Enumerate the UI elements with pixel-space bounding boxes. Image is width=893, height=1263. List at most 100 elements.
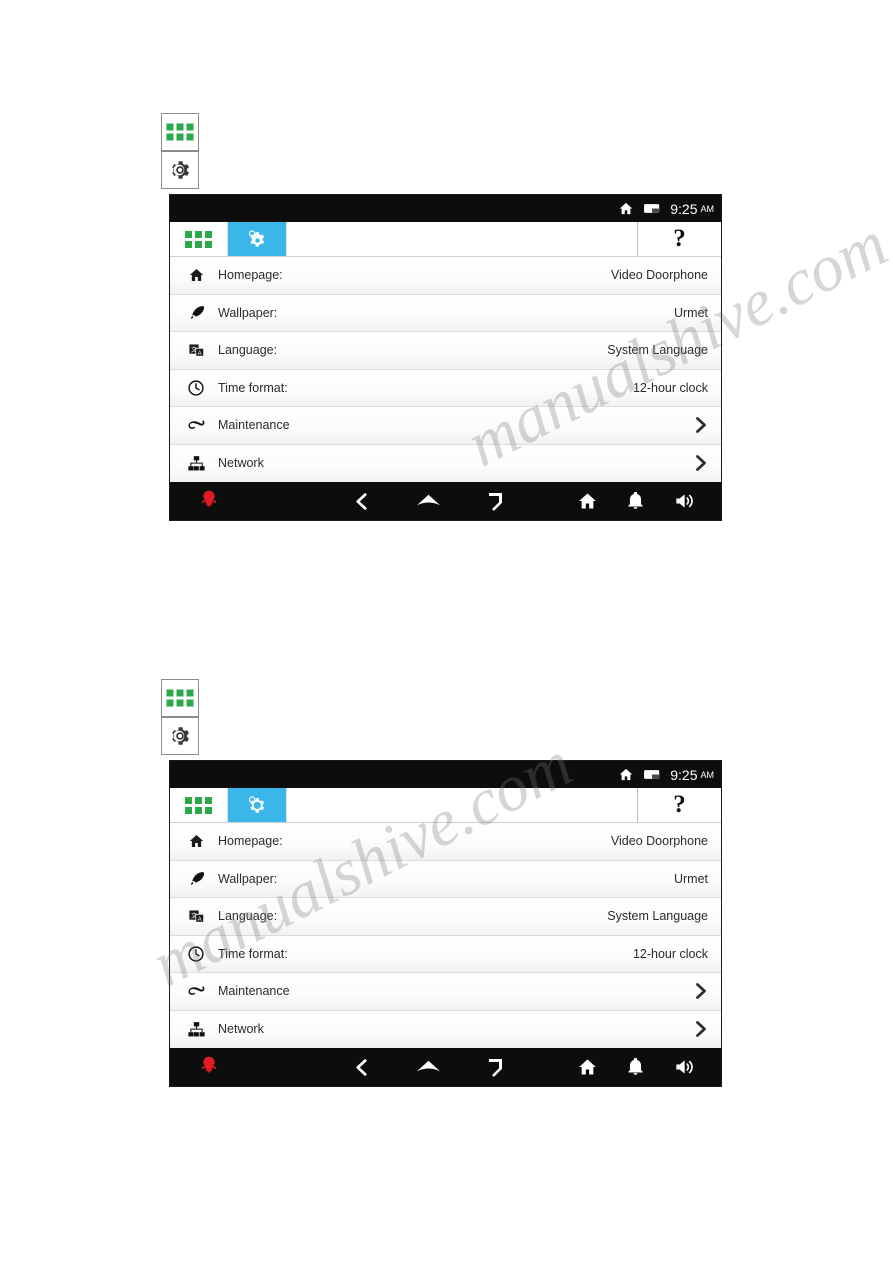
apps-grid-icon [166, 689, 194, 707]
list-item-maintenance[interactable]: Maintenance [170, 407, 721, 445]
list-item-label: Maintenance [218, 418, 290, 433]
tab-apps[interactable] [170, 788, 228, 822]
settings-gear-icon-box [161, 151, 199, 189]
list-item-label: Time format: [218, 946, 288, 961]
chevron-right-icon [694, 454, 708, 472]
bottom-nav-bar [170, 482, 721, 520]
list-item-value: System Language [607, 343, 708, 358]
home-icon [184, 267, 208, 283]
help-button[interactable]: ? [637, 222, 721, 256]
list-item-wallpaper[interactable]: Wallpaper: Urmet [170, 294, 721, 332]
house-icon[interactable] [577, 491, 598, 511]
gear-icon [248, 796, 265, 813]
home-icon [620, 202, 633, 215]
list-item-value: Urmet [673, 305, 708, 320]
maintenance-icon [184, 418, 208, 433]
settings-list: Homepage: Video Doorphone Wallpaper: Urm… [170, 257, 721, 482]
list-item-value: Video Doorphone [610, 834, 708, 849]
home-icon [620, 768, 633, 781]
list-item-label: Language: [218, 343, 278, 358]
list-item-language[interactable]: 文 A Language: System Language [170, 898, 721, 936]
sdcard-icon [644, 770, 660, 779]
urmet-logo-icon [170, 488, 298, 514]
tab-apps[interactable] [170, 222, 228, 256]
list-item-label: Time format: [218, 380, 288, 395]
list-item-label: Network [218, 1022, 264, 1037]
nav-middle-group [298, 1058, 563, 1077]
list-item-label: Wallpaper: [218, 871, 278, 886]
tab-bar-filler [286, 222, 637, 256]
gear-icon [248, 230, 265, 247]
tab-settings[interactable] [228, 788, 286, 822]
apps-grid-icon [166, 123, 194, 141]
sdcard-icon [644, 204, 660, 213]
urmet-logo-icon [170, 1054, 298, 1080]
device-screenshot-settings-2: 9:25 AM ? Homepage: Video Doorphone Wall… [169, 760, 722, 1087]
home-nav-icon[interactable] [415, 492, 442, 510]
list-item-homepage[interactable]: Homepage: Video Doorphone [170, 257, 721, 295]
network-icon [184, 455, 208, 472]
recents-icon[interactable] [488, 492, 508, 511]
list-item-value: Video Doorphone [610, 268, 708, 283]
svg-text:A: A [197, 917, 201, 923]
status-bar-icons [618, 201, 661, 216]
wallpaper-icon [184, 304, 208, 321]
status-bar-ampm: AM [700, 769, 715, 780]
list-item-value: Urmet [673, 871, 708, 886]
apps-grid-icon [185, 230, 212, 248]
nav-middle-group [298, 492, 563, 511]
settings-gear-icon-box [161, 717, 199, 755]
bottom-nav-bar [170, 1048, 721, 1086]
device-screenshot-settings-1: 9:25 AM ? Homepage: Video Doorphone Wall… [169, 194, 722, 521]
network-icon [184, 1021, 208, 1038]
status-bar-time: 9:25 [670, 766, 698, 783]
volume-icon[interactable] [674, 1057, 697, 1077]
language-icon: 文 A [184, 342, 208, 359]
nav-right-group [563, 1057, 721, 1077]
back-icon[interactable] [353, 1058, 370, 1077]
list-item-value: 12-hour clock [632, 946, 708, 961]
bell-icon[interactable] [626, 491, 645, 511]
status-bar-time: 9:25 [670, 200, 698, 217]
clock-icon [184, 379, 208, 397]
recents-icon[interactable] [488, 1058, 508, 1077]
language-icon: 文 A [184, 908, 208, 925]
list-item-network[interactable]: Network [170, 444, 721, 482]
tab-settings[interactable] [228, 222, 286, 256]
list-item-time-format[interactable]: Time format: 12-hour clock [170, 935, 721, 973]
apps-grid-icon-box [161, 113, 199, 151]
list-item-label: Language: [218, 909, 278, 924]
status-bar-icons [618, 767, 661, 782]
list-item-maintenance[interactable]: Maintenance [170, 973, 721, 1011]
chevron-right-icon [694, 1020, 708, 1038]
help-button[interactable]: ? [637, 788, 721, 822]
list-item-label: Homepage: [218, 834, 283, 849]
volume-icon[interactable] [674, 491, 697, 511]
list-item-value: System Language [607, 909, 708, 924]
list-item-label: Maintenance [218, 984, 290, 999]
list-item-homepage[interactable]: Homepage: Video Doorphone [170, 823, 721, 861]
tab-bar-filler [286, 788, 637, 822]
svg-text:A: A [197, 351, 201, 357]
gear-icon [172, 727, 190, 745]
wallpaper-icon [184, 870, 208, 887]
list-item-label: Homepage: [218, 268, 283, 283]
list-item-time-format[interactable]: Time format: 12-hour clock [170, 369, 721, 407]
maintenance-icon [184, 984, 208, 999]
tab-bar: ? [170, 788, 721, 823]
list-item-network[interactable]: Network [170, 1010, 721, 1048]
home-nav-icon[interactable] [415, 1058, 442, 1076]
status-bar: 9:25 AM [170, 761, 721, 788]
house-icon[interactable] [577, 1057, 598, 1077]
apps-grid-icon [185, 796, 212, 814]
tab-bar: ? [170, 222, 721, 257]
back-icon[interactable] [353, 492, 370, 511]
list-item-wallpaper[interactable]: Wallpaper: Urmet [170, 860, 721, 898]
nav-right-group [563, 491, 721, 511]
settings-list: Homepage: Video Doorphone Wallpaper: Urm… [170, 823, 721, 1048]
gear-icon [172, 161, 190, 179]
bell-icon[interactable] [626, 1057, 645, 1077]
clock-icon [184, 945, 208, 963]
list-item-language[interactable]: 文 A Language: System Language [170, 332, 721, 370]
chevron-right-icon [694, 416, 708, 434]
